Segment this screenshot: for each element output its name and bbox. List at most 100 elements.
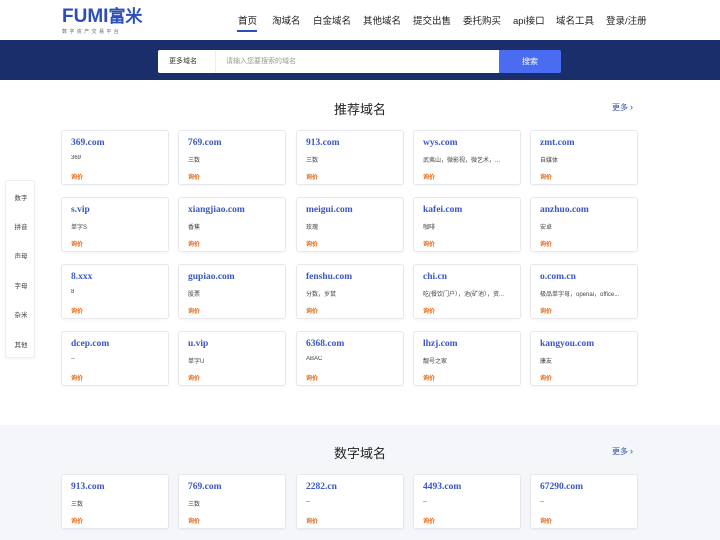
domain-name[interactable]: 67290.com xyxy=(540,482,583,492)
domain-name[interactable]: 6368.com xyxy=(306,339,344,349)
inquiry-price[interactable]: 询价 xyxy=(540,172,552,181)
domain-card[interactable]: dcep.com -- 询价 xyxy=(61,331,169,386)
domain-name[interactable]: 2282.cn xyxy=(306,482,337,492)
inquiry-price[interactable]: 询价 xyxy=(188,239,200,248)
domain-card[interactable]: chi.cn 吃(餐饮门户），池(矿池），资... 询价 xyxy=(413,264,521,319)
domain-card[interactable]: s.vip 单字S 询价 xyxy=(61,197,169,252)
inquiry-price[interactable]: 询价 xyxy=(423,516,435,525)
inquiry-price[interactable]: 询价 xyxy=(540,306,552,315)
search-input[interactable] xyxy=(216,50,496,73)
domain-card[interactable]: 769.com 三数询价 xyxy=(178,474,286,529)
nav-login-register[interactable]: 登录/注册 xyxy=(606,13,647,27)
inquiry-price[interactable]: 询价 xyxy=(71,239,83,248)
domain-name[interactable]: kangyou.com xyxy=(540,339,594,349)
inquiry-price[interactable]: 询价 xyxy=(188,306,200,315)
side-item-numeric[interactable]: 数字 xyxy=(6,192,36,202)
domain-card[interactable]: 4493.com -- 询价 xyxy=(413,474,521,529)
domain-card[interactable]: o.com.cn 极品单字母，openai，office... 询价 xyxy=(530,264,638,319)
inquiry-price[interactable]: 询价 xyxy=(306,373,318,382)
domain-name[interactable]: lhzj.com xyxy=(423,339,458,349)
side-item-pinyin[interactable]: 拼音 xyxy=(6,221,36,231)
side-item-mixed[interactable]: 杂米 xyxy=(6,309,36,319)
nav-commission-buy[interactable]: 委托购买 xyxy=(463,13,501,27)
domain-card[interactable]: 8.xxx 8 询价 xyxy=(61,264,169,319)
domain-name[interactable]: 4493.com xyxy=(423,482,461,492)
inquiry-price[interactable]: 询价 xyxy=(423,239,435,248)
domain-name[interactable]: anzhuo.com xyxy=(540,205,589,215)
inquiry-price[interactable]: 询价 xyxy=(306,306,318,315)
domain-name[interactable]: xiangjiao.com xyxy=(188,205,245,215)
search-type-select[interactable]: 更多域名 xyxy=(158,50,216,73)
domain-name[interactable]: dcep.com xyxy=(71,339,109,349)
inquiry-price[interactable]: 询价 xyxy=(71,516,83,525)
domain-card[interactable]: u.vip 单字U 询价 xyxy=(178,331,286,386)
domain-card[interactable]: 913.com 三数询价 xyxy=(296,130,404,185)
domain-description: 三数 xyxy=(306,158,319,164)
inquiry-price[interactable]: 询价 xyxy=(71,373,83,382)
nav-submit-sale[interactable]: 提交出售 xyxy=(413,13,451,27)
domain-card[interactable]: kangyou.com 康友 询价 xyxy=(530,331,638,386)
domain-card[interactable]: gupiao.com 股票询价 xyxy=(178,264,286,319)
domain-name[interactable]: zmt.com xyxy=(540,138,575,148)
main-nav: 首页 淘域名 白金域名 其他域名 提交出售 委托购买 api接口 域名工具 登录… xyxy=(0,13,720,29)
nav-api[interactable]: api接口 xyxy=(513,13,545,27)
recommended-more-link[interactable]: 更多 › xyxy=(612,102,633,113)
domain-name[interactable]: fenshu.com xyxy=(306,272,352,282)
side-item-initials[interactable]: 声母 xyxy=(6,250,36,260)
domain-card[interactable]: wys.com 武夷山，微影视，微艺术，... 询价 xyxy=(413,130,521,185)
nav-tao-domain[interactable]: 淘域名 xyxy=(272,13,301,27)
inquiry-price[interactable]: 询价 xyxy=(306,172,318,181)
domain-card[interactable]: 67290.com -- 询价 xyxy=(530,474,638,529)
inquiry-price[interactable]: 询价 xyxy=(188,172,200,181)
inquiry-price[interactable]: 询价 xyxy=(188,516,200,525)
domain-name[interactable]: meigui.com xyxy=(306,205,353,215)
nav-other-domain[interactable]: 其他域名 xyxy=(363,13,401,27)
domain-card[interactable]: fenshu.com 分数，岁鼠 询价 xyxy=(296,264,404,319)
domain-card[interactable]: 769.com 三数 询价 xyxy=(178,130,286,185)
nav-home[interactable]: 首页 xyxy=(238,13,257,27)
domain-name[interactable]: u.vip xyxy=(188,339,208,349)
domain-name[interactable]: 913.com xyxy=(71,482,105,492)
domain-card[interactable]: 6368.com ABAC 询价 xyxy=(296,331,404,386)
inquiry-price[interactable]: 询价 xyxy=(423,306,435,315)
nav-platinum-domain[interactable]: 白金域名 xyxy=(313,13,351,27)
domain-name[interactable]: s.vip xyxy=(71,205,90,215)
inquiry-price[interactable]: 询价 xyxy=(540,239,552,248)
search-button[interactable]: 搜索 xyxy=(499,50,561,73)
domain-card[interactable]: meigui.com 玫瑰 询价 xyxy=(296,197,404,252)
domain-card[interactable]: lhzj.com 靓号之家 询价 xyxy=(413,331,521,386)
nav-domain-tools[interactable]: 域名工具 xyxy=(556,13,594,27)
inquiry-price[interactable]: 询价 xyxy=(540,516,552,525)
inquiry-price[interactable]: 询价 xyxy=(423,373,435,382)
domain-card[interactable]: kafei.com 咖啡 询价 xyxy=(413,197,521,252)
domain-name[interactable]: 913.com xyxy=(306,138,340,148)
inquiry-price[interactable]: 询价 xyxy=(71,172,83,181)
inquiry-price[interactable]: 询价 xyxy=(306,239,318,248)
inquiry-price[interactable]: 询价 xyxy=(306,516,318,525)
domain-name[interactable]: 8.xxx xyxy=(71,272,92,282)
domain-description: 安卓 xyxy=(540,225,553,231)
domain-name[interactable]: 769.com xyxy=(188,482,222,492)
domain-card[interactable]: 2282.cn -- 询价 xyxy=(296,474,404,529)
domain-card[interactable]: anzhuo.com 安卓询价 xyxy=(530,197,638,252)
domain-name[interactable]: o.com.cn xyxy=(540,272,576,282)
domain-description: 股票 xyxy=(188,292,201,298)
side-item-other[interactable]: 其他 xyxy=(6,339,36,349)
domain-name[interactable]: 369.com xyxy=(71,138,105,148)
inquiry-price[interactable]: 询价 xyxy=(540,373,552,382)
numeric-more-link[interactable]: 更多 › xyxy=(612,446,633,457)
domain-name[interactable]: wys.com xyxy=(423,138,458,148)
domain-card[interactable]: zmt.com 自媒体 询价 xyxy=(530,130,638,185)
domain-name[interactable]: gupiao.com xyxy=(188,272,235,282)
domain-name[interactable]: kafei.com xyxy=(423,205,462,215)
domain-card[interactable]: xiangjiao.com 香蕉 询价 xyxy=(178,197,286,252)
domain-name[interactable]: chi.cn xyxy=(423,272,447,282)
inquiry-price[interactable]: 询价 xyxy=(188,373,200,382)
side-item-letters[interactable]: 字母 xyxy=(6,280,36,290)
inquiry-price[interactable]: 询价 xyxy=(71,306,83,315)
domain-description: 三数 xyxy=(188,502,201,508)
domain-name[interactable]: 769.com xyxy=(188,138,222,148)
domain-card[interactable]: 913.com 三数 询价 xyxy=(61,474,169,529)
domain-card[interactable]: 369.com 369 询价 xyxy=(61,130,169,185)
inquiry-price[interactable]: 询价 xyxy=(423,172,435,181)
